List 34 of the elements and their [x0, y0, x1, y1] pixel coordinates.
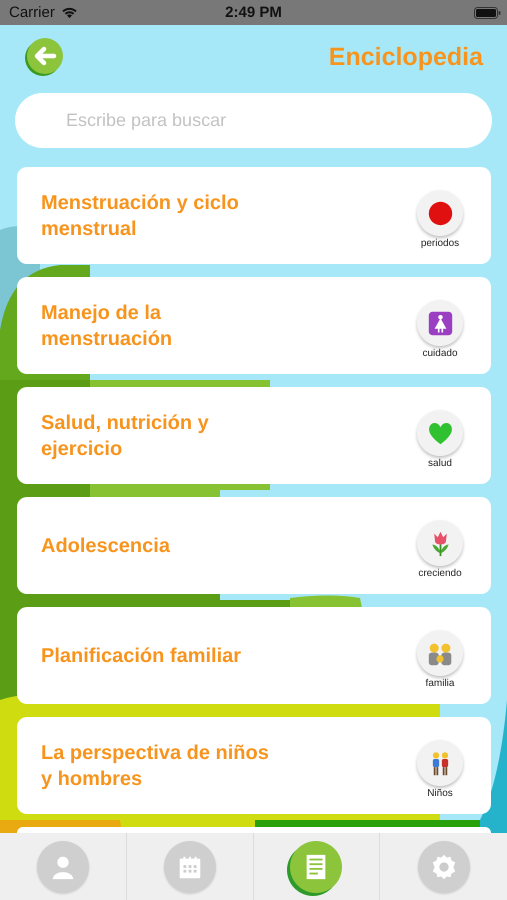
topic-icon-label: periodos [420, 238, 460, 249]
topic-icon-button[interactable] [417, 630, 463, 676]
topic-icon-label: creciendo [418, 568, 462, 579]
wifi-icon [60, 6, 78, 19]
battery-icon [474, 6, 501, 18]
back-arrow-icon [24, 37, 64, 77]
topic-card[interactable]: Salud, nutrición y ejercicio salud [17, 387, 491, 484]
topic-title: Manejo de la menstruación [41, 300, 174, 352]
topic-icon-label: Niños [427, 788, 453, 799]
topic-title: Planificación familiar [41, 644, 242, 668]
topic-card[interactable]: Planificación familiar familia [17, 607, 491, 704]
topic-icon-button[interactable] [417, 190, 463, 236]
topic-card[interactable]: Manejo de la menstruación cuidado [17, 277, 491, 374]
topic-icon-label: familia [426, 678, 454, 689]
hill-drawing [290, 596, 362, 608]
search-field[interactable]: Escribe para buscar [15, 93, 492, 148]
topic-icon-button[interactable] [417, 300, 463, 346]
topic-card[interactable]: Menstruación y ciclo menstrual periodos [17, 167, 491, 264]
topic-title: Salud, nutrición y ejercicio [41, 410, 210, 462]
dot-icon [426, 200, 454, 226]
clock-text: 2:49 PM [225, 4, 282, 21]
woman-sign-icon [426, 310, 454, 336]
topic-title: La perspectiva de niños y hombres [41, 740, 270, 792]
topic-icon-label: cuidado [422, 348, 458, 359]
topic-card[interactable]: Adolescencia creciendo [17, 497, 491, 594]
topic-icon-label: salud [428, 458, 452, 469]
back-button[interactable] [24, 37, 64, 77]
topic-card[interactable]: La perspectiva de niños y hombres Niños [17, 717, 491, 814]
carrier-text: Carrier [9, 4, 55, 21]
page-title: Enciclopedia [328, 42, 483, 72]
topic-title: Adolescencia [41, 534, 170, 558]
topic-icon-button[interactable] [417, 740, 463, 786]
topic-title: Menstruación y ciclo menstrual [41, 190, 240, 242]
topic-icon-button[interactable] [417, 520, 463, 566]
